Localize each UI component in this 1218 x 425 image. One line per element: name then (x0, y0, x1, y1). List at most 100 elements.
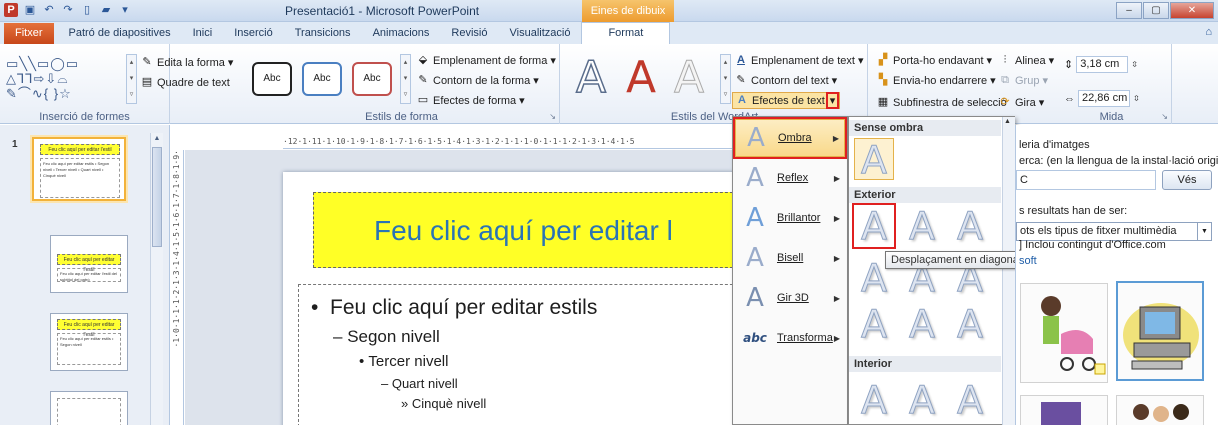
dialog-launcher-icon[interactable]: ↘ (549, 112, 556, 121)
align-button[interactable]: ⫶ Alinea ▾ (998, 54, 1054, 67)
shape-outline-button[interactable]: ✎ Contorn de la forma ▾ (416, 74, 538, 87)
menu-item-reflection[interactable]: A Reflex ▶ (735, 159, 845, 197)
shadow-offset-bottom[interactable]: A (902, 205, 942, 248)
clip-art-thumbnail[interactable] (1020, 283, 1108, 383)
office-link[interactable]: soft (1019, 255, 1037, 267)
clip-art-thumbnail-selected[interactable] (1116, 281, 1204, 381)
tab-home[interactable]: Inici (182, 23, 224, 44)
text-outline-icon: ✎ (736, 74, 746, 86)
text-outline-button[interactable]: ✎ Contorn del text ▾ (734, 74, 837, 87)
width-input[interactable]: 22,86 cm (1078, 90, 1130, 107)
shape-style-blue[interactable]: Abc (302, 62, 342, 96)
save-icon[interactable]: ▣ (23, 3, 37, 17)
slide-thumbnail[interactable]: Feu clic aquí per editar l'estil Feu cli… (32, 137, 126, 201)
text-effects-dropdown-arrow[interactable]: ▾ (825, 92, 840, 109)
wordart-style-red[interactable]: A (626, 52, 656, 103)
clip-art-thumbnail[interactable] (1116, 395, 1204, 425)
tab-animations[interactable]: Animacions (362, 23, 441, 44)
bevel-icon: A (746, 243, 764, 273)
rotate-button[interactable]: ⟳ Gira ▾ (998, 96, 1044, 109)
layout-thumbnail[interactable]: Feu clic aquí per editar l'estil Feu cli… (50, 313, 128, 371)
close-button[interactable]: ✕ (1170, 2, 1214, 19)
open-icon[interactable]: ▰ (99, 3, 113, 17)
send-backward-button[interactable]: ▚ Envia-ho endarrere ▾ (876, 74, 996, 87)
shape-fill-button[interactable]: ⬙ Emplenament de forma ▾ (416, 54, 556, 67)
text-box-button[interactable]: ▤ Quadre de text (140, 76, 230, 89)
tab-view[interactable]: Visualització (499, 23, 582, 44)
scroll-up-icon[interactable]: ▲ (151, 133, 163, 145)
layout-thumbnail[interactable]: Feu clic aquí per editar l'estil Feu cli… (50, 235, 128, 293)
text-effects-button[interactable]: A Efectes de text ▾ (732, 92, 841, 109)
text-fill-button[interactable]: A Emplenament de text ▾ (734, 54, 863, 67)
dialog-launcher-icon[interactable]: ↘ (1161, 112, 1168, 121)
shapes-gallery[interactable]: ▭╲╲▭◯▭ △⅂⅂⇨⇩⌓ ✎⌒∿{ }☆ (6, 56, 126, 101)
wordart-style-light[interactable]: A (673, 52, 704, 104)
wordart-styles-scroll[interactable]: ▴ ▾ ▿ (720, 54, 731, 104)
clip-art-thumbnail[interactable] (1020, 395, 1108, 425)
inner-shadow-top-left[interactable]: A (854, 379, 894, 422)
no-shadow-option[interactable]: A (854, 138, 894, 182)
group-button[interactable]: ⧉ Grup ▾ (998, 74, 1048, 87)
shape-styles-scroll[interactable]: ▴ ▾ ▿ (400, 54, 411, 104)
inner-shadow-top[interactable]: A (902, 379, 942, 422)
bring-forward-button[interactable]: ▞ Porta-ho endavant ▾ (876, 54, 992, 67)
shadow-offset-diagonal-top-right[interactable]: A (854, 303, 894, 346)
menu-item-3d-rotation[interactable]: A Gir 3D ▶ (735, 279, 845, 317)
shadow-offset-diagonal-bottom-right[interactable]: A (852, 203, 896, 249)
height-input[interactable]: 3,18 cm (1076, 56, 1129, 73)
menu-item-glow[interactable]: A Brillantor ▶ (735, 199, 845, 237)
help-icon[interactable]: ⌂ (1205, 26, 1212, 38)
drawing-tools-context-label: Eines de dibuix (582, 0, 674, 22)
submenu-arrow-icon: ▶ (833, 293, 840, 303)
new-icon[interactable]: ▯ (80, 3, 94, 17)
text-effects-menu: A Ombra ▶ A Reflex ▶ A Brillantor ▶ A Bi… (732, 116, 848, 425)
selection-pane-button[interactable]: ▦ Subfinestra de selecció (876, 96, 1007, 109)
scroll-thumb[interactable] (152, 147, 162, 247)
tab-format[interactable]: Format (581, 22, 671, 44)
layout-thumbnail[interactable] (50, 391, 128, 425)
text-fill-icon: A (737, 54, 745, 66)
shape-style-black[interactable]: Abc (252, 62, 292, 96)
customize-qat-icon[interactable]: ▾ (118, 3, 132, 17)
group-label: Mida (1099, 111, 1124, 123)
level-3-text: • Tercer nivell (359, 353, 449, 370)
shadow-offset-top[interactable]: A (902, 303, 942, 346)
section-inner: Interior (849, 356, 1001, 372)
menu-item-bevel[interactable]: A Bisell ▶ (735, 239, 845, 277)
width-stepper-icon[interactable]: ⇳ (1133, 94, 1140, 103)
undo-icon[interactable]: ↶ (42, 3, 56, 17)
maximize-button[interactable]: ▢ (1143, 2, 1169, 19)
height-stepper-icon[interactable]: ⇳ (1131, 60, 1138, 69)
shadow-offset-diagonal-bottom-left[interactable]: A (950, 205, 990, 248)
tab-insert[interactable]: Inserció (223, 23, 284, 44)
wordart-style-outline[interactable]: A (575, 51, 607, 104)
inner-shadow-top-right[interactable]: A (950, 379, 990, 422)
redo-icon[interactable]: ↷ (61, 3, 75, 17)
section-no-shadow: Sense ombra (849, 120, 1001, 136)
include-office-checkbox[interactable]: ] Inclou contingut d'Office.com (1019, 239, 1166, 251)
align-icon: ⫶ (1003, 54, 1007, 66)
thumbnail-body: Feu clic aquí per editar estils • Segon … (57, 333, 121, 365)
shadow-offset-diagonal-top-left[interactable]: A (950, 303, 990, 346)
shapes-gallery-scroll[interactable]: ▴ ▾ ▿ (126, 54, 137, 104)
tab-review[interactable]: Revisió (440, 23, 498, 44)
minimize-button[interactable]: – (1116, 2, 1142, 19)
menu-item-transform[interactable]: abc Transforma ▶ (735, 319, 845, 357)
slides-pane-scrollbar[interactable]: ▲ (150, 133, 163, 425)
tab-slide-master[interactable]: Patró de diapositives (58, 23, 182, 44)
search-input[interactable]: C (1016, 170, 1156, 190)
shape-effects-button[interactable]: ▭ Efectes de forma ▾ (416, 94, 525, 107)
menu-item-shadow[interactable]: A Ombra ▶ (733, 117, 847, 159)
shape-style-red[interactable]: Abc (352, 62, 392, 96)
powerpoint-icon[interactable]: P (4, 3, 18, 17)
content-placeholder[interactable]: • Feu clic aquí per editar estils – Sego… (298, 284, 753, 425)
thumbnail-title: Feu clic aquí per editar l'estil (40, 144, 120, 155)
tab-transitions[interactable]: Transicions (284, 23, 362, 44)
scroll-up-icon[interactable]: ▲ (1004, 118, 1011, 125)
submenu-scrollbar[interactable]: ▲ (1002, 117, 1015, 425)
search-label: erca: (en la llengua de la instal·lació … (1019, 155, 1218, 167)
edit-shape-button[interactable]: ✎ Edita la forma ▾ (140, 56, 233, 69)
tab-file[interactable]: Fitxer (4, 23, 54, 44)
go-button[interactable]: Vés (1162, 170, 1212, 190)
title-placeholder[interactable]: Feu clic aquí per editar l (313, 192, 753, 268)
